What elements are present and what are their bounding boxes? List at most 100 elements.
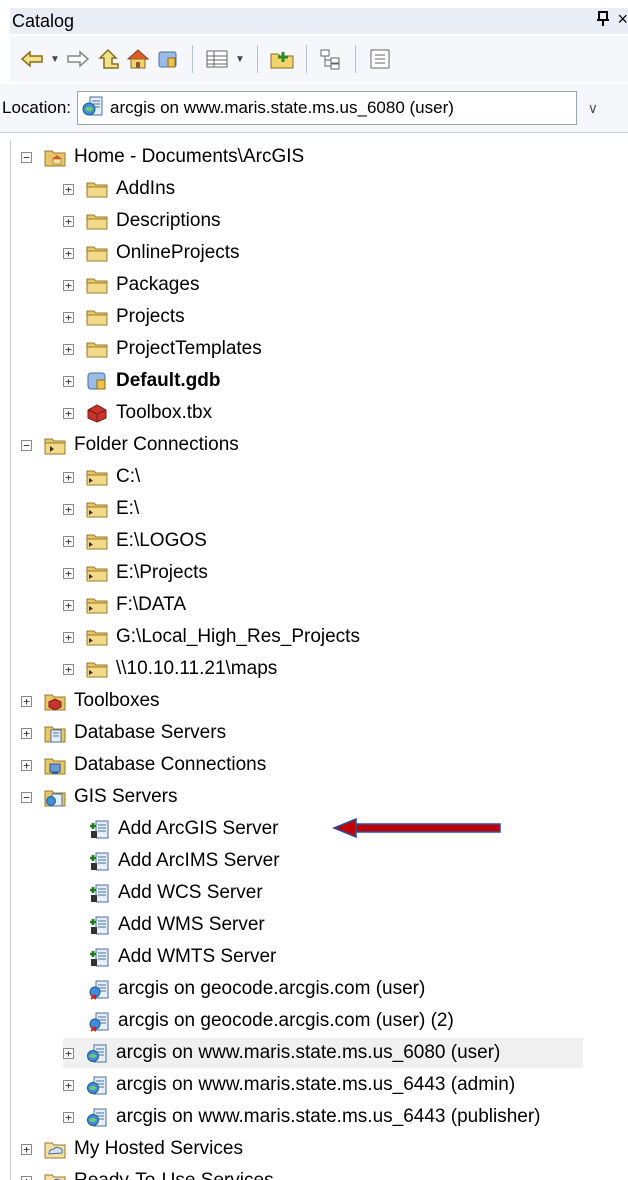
connect-folder-icon[interactable] — [268, 44, 296, 74]
up-one-level-icon[interactable] — [94, 44, 122, 74]
tree-label: Home - Documents\ArcGIS — [74, 146, 305, 167]
expand-icon[interactable]: + — [63, 183, 74, 195]
folder-connection-icon — [86, 530, 108, 552]
tree-node-folder-c[interactable]: + C:\ — [63, 462, 140, 492]
expand-icon[interactable]: + — [63, 471, 74, 483]
tree-node-maris-6080-user[interactable]: + arcgis on www.maris.state.ms.us_6080 (… — [63, 1038, 583, 1068]
toolbar-separator — [192, 45, 193, 73]
collapse-icon[interactable]: − — [21, 439, 32, 451]
tree-label: arcgis on www.maris.state.ms.us_6443 (ad… — [116, 1074, 516, 1095]
tree-node-toolbox[interactable]: + Toolbox.tbx — [63, 398, 212, 428]
expand-icon[interactable]: + — [63, 215, 74, 227]
expand-icon[interactable]: + — [63, 375, 74, 387]
toolbar-separator — [257, 45, 258, 73]
expand-icon[interactable]: + — [21, 727, 32, 739]
tree-node-default-gdb[interactable]: + Default.gdb — [63, 366, 221, 396]
add-server-icon — [88, 946, 110, 968]
expand-icon[interactable]: + — [21, 695, 32, 707]
tree-label: Folder Connections — [74, 434, 239, 455]
tree-node-descriptions[interactable]: + Descriptions — [63, 206, 221, 236]
tree-node-gis-servers[interactable]: − GIS Servers — [21, 782, 177, 812]
default-gdb-icon[interactable] — [154, 44, 182, 74]
expand-icon[interactable]: + — [63, 1047, 74, 1059]
expand-icon[interactable]: + — [63, 1111, 74, 1123]
expand-icon[interactable]: + — [63, 503, 74, 515]
collapse-icon[interactable]: − — [21, 151, 32, 163]
tree-label: Projects — [116, 306, 185, 327]
expand-icon[interactable]: + — [63, 599, 74, 611]
broken-server-connection-icon — [88, 1010, 110, 1032]
back-dropdown-icon[interactable]: ▼ — [48, 44, 62, 74]
folder-connection-icon — [86, 594, 108, 616]
tree-node-home[interactable]: − Home - Documents\ArcGIS — [21, 142, 304, 172]
tree-node-geocode-user-2[interactable]: arcgis on geocode.arcgis.com (user) (2) — [65, 1006, 454, 1036]
home-icon[interactable] — [124, 44, 152, 74]
home-folder-icon — [44, 146, 66, 168]
expand-icon[interactable]: + — [63, 567, 74, 579]
tree-node-ready-to-use-services[interactable]: + Ready-To-Use Services — [21, 1166, 274, 1180]
tree-node-folder-e-logos[interactable]: + E:\LOGOS — [63, 526, 207, 556]
tree-label: AddIns — [116, 178, 176, 199]
tree-label: Ready-To-Use Services — [74, 1170, 274, 1180]
tree-label: arcgis on www.maris.state.ms.us_6080 (us… — [116, 1042, 501, 1063]
tree-node-projects[interactable]: + Projects — [63, 302, 185, 332]
expand-icon[interactable]: + — [63, 1079, 74, 1091]
tree-node-geocode-user[interactable]: arcgis on geocode.arcgis.com (user) — [65, 974, 425, 1004]
tree-node-folder-network[interactable]: + \\10.10.11.21\maps — [63, 654, 277, 684]
tree-node-add-arcims-server[interactable]: Add ArcIMS Server — [65, 846, 280, 876]
expand-icon[interactable]: + — [63, 631, 74, 643]
tree-label: Database Servers — [74, 722, 227, 743]
tree-node-folder-f-data[interactable]: + F:\DATA — [63, 590, 186, 620]
tree-label: \\10.10.11.21\maps — [116, 658, 278, 679]
tree-node-folder-e-projects[interactable]: + E:\Projects — [63, 558, 208, 588]
expand-icon[interactable]: + — [63, 535, 74, 547]
expand-icon[interactable]: + — [63, 343, 74, 355]
expand-icon[interactable]: + — [21, 1175, 32, 1180]
tree-node-onlineprojects[interactable]: + OnlineProjects — [63, 238, 240, 268]
location-combobox[interactable]: arcgis on www.maris.state.ms.us_6080 (us… — [77, 91, 598, 125]
tree-label: Toolbox.tbx — [116, 402, 213, 423]
tree-node-my-hosted-services[interactable]: + My Hosted Services — [21, 1134, 243, 1164]
tree-label: F:\DATA — [116, 594, 187, 615]
server-connection-icon — [82, 95, 104, 122]
tree-node-maris-6443-publisher[interactable]: + arcgis on www.maris.state.ms.us_6443 (… — [63, 1102, 541, 1132]
options-icon[interactable] — [366, 44, 394, 74]
tree-node-database-connections[interactable]: + Database Connections — [21, 750, 266, 780]
tree-node-add-arcgis-server[interactable]: Add ArcGIS Server — [65, 814, 279, 844]
tree-node-add-wmts-server[interactable]: Add WMTS Server — [65, 942, 276, 972]
tree-node-toolboxes[interactable]: + Toolboxes — [21, 686, 160, 716]
expand-icon[interactable]: + — [63, 279, 74, 291]
tree-node-addins[interactable]: + AddIns — [63, 174, 175, 204]
tree-label: arcgis on geocode.arcgis.com (user) (2) — [118, 1010, 454, 1031]
add-server-icon — [88, 818, 110, 840]
tree-node-database-servers[interactable]: + Database Servers — [21, 718, 226, 748]
pin-icon[interactable] — [596, 11, 610, 31]
expand-icon[interactable]: + — [63, 311, 74, 323]
tree-node-add-wcs-server[interactable]: Add WCS Server — [65, 878, 263, 908]
expand-icon[interactable]: + — [21, 759, 32, 771]
toggle-tree-icon[interactable] — [317, 44, 345, 74]
view-icon[interactable] — [203, 44, 231, 74]
chevron-down-icon[interactable]: ∨ — [588, 100, 598, 117]
tree-node-maris-6443-admin[interactable]: + arcgis on www.maris.state.ms.us_6443 (… — [63, 1070, 515, 1100]
tree-node-folder-connections[interactable]: − Folder Connections — [21, 430, 239, 460]
expand-icon[interactable]: + — [21, 1143, 32, 1155]
server-connection-icon — [86, 1042, 108, 1064]
collapse-icon[interactable]: − — [21, 791, 32, 803]
back-icon[interactable] — [18, 44, 46, 74]
tree-node-projecttemplates[interactable]: + ProjectTemplates — [63, 334, 262, 364]
tree-node-add-wms-server[interactable]: Add WMS Server — [65, 910, 265, 940]
tree-node-folder-g[interactable]: + G:\Local_High_Res_Projects — [63, 622, 360, 652]
expand-icon[interactable]: + — [63, 663, 74, 675]
catalog-tree: − Home - Documents\ArcGIS + AddIns + Des… — [10, 140, 628, 1180]
expand-icon[interactable]: + — [63, 407, 74, 419]
expand-icon[interactable]: + — [63, 247, 74, 259]
forward-icon[interactable] — [64, 44, 92, 74]
tree-label: E:\ — [116, 498, 140, 519]
tree-label: G:\Local_High_Res_Projects — [116, 626, 360, 647]
tree-node-packages[interactable]: + Packages — [63, 270, 199, 300]
close-icon[interactable]: × — [617, 9, 628, 30]
tree-label: arcgis on www.maris.state.ms.us_6443 (pu… — [116, 1106, 541, 1127]
tree-node-folder-e[interactable]: + E:\ — [63, 494, 139, 524]
view-dropdown-icon[interactable]: ▼ — [233, 44, 247, 74]
